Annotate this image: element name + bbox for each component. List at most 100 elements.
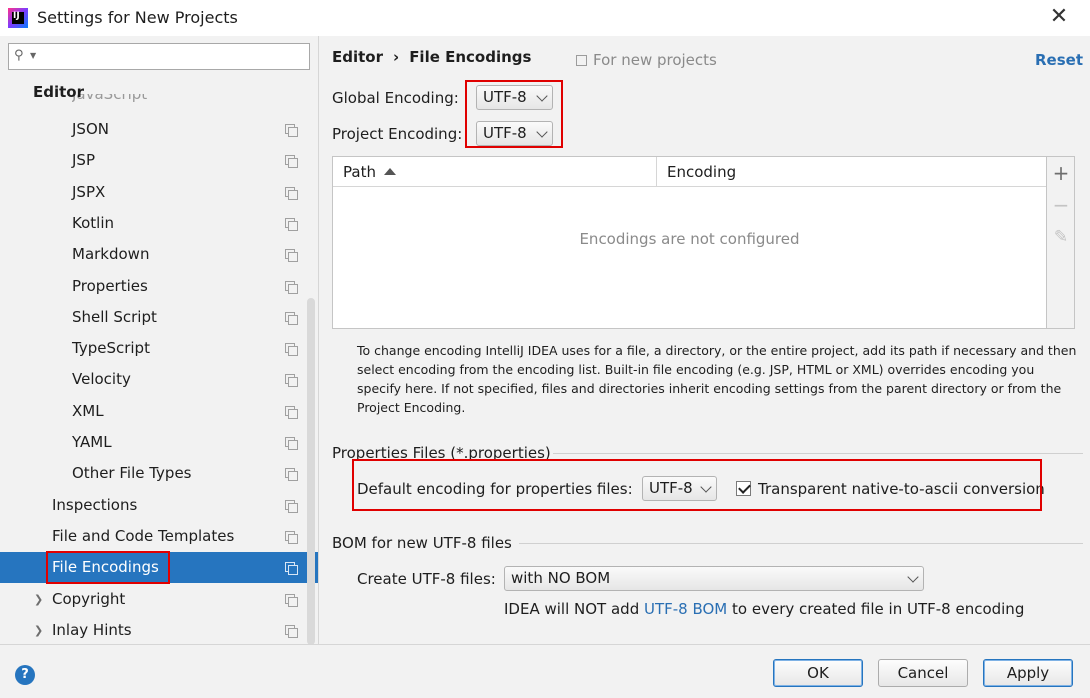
group-divider	[519, 543, 1083, 544]
apply-button[interactable]: Apply	[983, 659, 1073, 687]
create-utf8-value: with NO BOM	[511, 569, 611, 587]
remove-icon[interactable]: −	[1051, 195, 1071, 215]
bom-note-prefix: IDEA will NOT add	[504, 600, 644, 618]
sidebar-item-label: Inlay Hints	[52, 621, 132, 639]
close-icon[interactable]: ✕	[1047, 6, 1071, 30]
project-encoding-dropdown[interactable]: UTF-8	[476, 121, 553, 146]
sidebar-item-typescript[interactable]: TypeScript	[0, 333, 318, 364]
utf8-bom-link[interactable]: UTF-8 BOM	[644, 600, 727, 618]
sidebar-item-label: File and Code Templates	[52, 527, 235, 545]
sidebar-item-properties[interactable]: Properties	[0, 271, 318, 302]
sidebar-item-xml[interactable]: XML	[0, 396, 318, 427]
ok-button[interactable]: OK	[773, 659, 863, 687]
sidebar-item-velocity[interactable]: Velocity	[0, 364, 318, 395]
sidebar-item-label: Kotlin	[72, 214, 114, 232]
copy-icon	[285, 281, 298, 294]
path-column-label: Path	[343, 163, 376, 181]
edit-icon[interactable]: ✎	[1051, 227, 1071, 247]
sidebar-item-yaml[interactable]: YAML	[0, 427, 318, 458]
sidebar-item-file-encodings[interactable]: File Encodings	[0, 552, 318, 583]
add-icon[interactable]: +	[1051, 163, 1071, 183]
window-title: Settings for New Projects	[37, 8, 238, 27]
sidebar-item-markdown[interactable]: Markdown	[0, 239, 318, 270]
global-encoding-label: Global Encoding:	[332, 89, 459, 107]
chevron-right-icon[interactable]: ❯	[34, 624, 43, 637]
sidebar-item-label: File Encodings	[52, 558, 159, 576]
sidebar-item-label: Velocity	[72, 370, 131, 388]
sort-ascending-icon	[383, 168, 396, 175]
sidebar-item-label: Markdown	[72, 245, 150, 263]
sidebar-item-label: Shell Script	[72, 308, 157, 326]
sidebar-item-kotlin[interactable]: Kotlin	[0, 208, 318, 239]
dialog-footer: ? OK Cancel Apply	[0, 644, 1090, 698]
copy-icon	[576, 55, 587, 66]
sidebar-item-label: Other File Types	[72, 464, 192, 482]
empty-table-message: Encodings are not configured	[579, 230, 800, 248]
bom-note-suffix: to every created file in UTF-8 encoding	[727, 600, 1025, 618]
copy-icon	[285, 406, 298, 419]
breadcrumb-file-encodings: File Encodings	[409, 48, 532, 66]
copy-icon	[285, 124, 298, 137]
properties-encoding-value: UTF-8	[649, 479, 693, 497]
copy-icon	[285, 594, 298, 607]
cancel-button[interactable]: Cancel	[878, 659, 968, 687]
help-icon[interactable]: ?	[15, 665, 35, 685]
for-new-projects-hint: For new projects	[576, 51, 717, 69]
breadcrumb-editor[interactable]: Editor	[332, 48, 383, 66]
project-encoding-value: UTF-8	[483, 124, 527, 142]
search-history-chevron-icon[interactable]: ▼	[30, 51, 36, 60]
encoding-column-header[interactable]: Encoding	[657, 157, 1046, 187]
copy-icon	[285, 218, 298, 231]
bom-note: IDEA will NOT add UTF-8 BOM to every cre…	[504, 600, 1024, 618]
sidebar-item-label: XML	[72, 402, 104, 420]
reset-link[interactable]: Reset	[1035, 51, 1083, 69]
for-new-projects-label: For new projects	[593, 51, 717, 69]
breadcrumb: Editor › File Encodings	[332, 48, 531, 66]
path-column-header[interactable]: Path	[333, 157, 657, 187]
sidebar-item-jsp[interactable]: JSP	[0, 145, 318, 176]
sidebar-item-label: JSPX	[72, 183, 106, 201]
sidebar-item-copyright[interactable]: ❯ Copyright	[0, 584, 318, 615]
search-icon: ⚲	[14, 48, 24, 63]
copy-icon	[285, 500, 298, 513]
bom-group-title: BOM for new UTF-8 files	[332, 534, 512, 552]
copy-icon	[285, 625, 298, 638]
sidebar-item-json[interactable]: JSON	[0, 114, 318, 145]
create-utf8-label: Create UTF-8 files:	[357, 570, 496, 588]
sidebar-item-inlay-hints[interactable]: ❯ Inlay Hints	[0, 615, 318, 644]
settings-search-field[interactable]: ⚲ ▼	[8, 43, 310, 70]
encoding-help-text: To change encoding IntelliJ IDEA uses fo…	[357, 343, 1077, 415]
sidebar-section-editor[interactable]: Editor	[33, 83, 84, 101]
sidebar-item-other-file-types[interactable]: Other File Types	[0, 458, 318, 489]
project-encoding-label: Project Encoding:	[332, 125, 463, 143]
sidebar-item-javascript[interactable]: JavaScript	[72, 94, 152, 104]
chevron-down-icon	[536, 90, 548, 102]
path-encoding-table[interactable]: Path Encoding Encodings are not configur…	[332, 156, 1047, 329]
sidebar-scrollbar[interactable]	[307, 298, 315, 644]
sidebar-item-file-and-code-templates[interactable]: File and Code Templates	[0, 521, 318, 552]
sidebar-item-label: Properties	[72, 277, 148, 295]
sidebar-item-jspx[interactable]: JSPX	[0, 177, 318, 208]
copy-icon	[285, 312, 298, 325]
sidebar-item-shell-script[interactable]: Shell Script	[0, 302, 318, 333]
encoding-column-label: Encoding	[667, 163, 737, 181]
sidebar-item-label: TypeScript	[72, 339, 150, 357]
sidebar-item-label: JSON	[72, 120, 109, 138]
native-to-ascii-label[interactable]: Transparent native-to-ascii conversion	[758, 480, 1045, 498]
sidebar-item-inspections[interactable]: Inspections	[0, 490, 318, 521]
copy-icon	[285, 343, 298, 356]
chevron-down-icon	[907, 571, 919, 583]
sidebar-item-label: YAML	[72, 433, 112, 451]
copy-icon	[285, 155, 298, 168]
native-to-ascii-checkbox[interactable]	[736, 481, 751, 496]
chevron-down-icon	[700, 481, 712, 493]
copy-icon	[285, 374, 298, 387]
chevron-right-icon[interactable]: ❯	[34, 593, 43, 606]
properties-encoding-dropdown[interactable]: UTF-8	[642, 476, 717, 501]
global-encoding-dropdown[interactable]: UTF-8	[476, 85, 553, 110]
title-bar: IJ Settings for New Projects ✕	[0, 0, 1090, 36]
create-utf8-dropdown[interactable]: with NO BOM	[504, 566, 924, 591]
search-input[interactable]	[43, 47, 303, 66]
properties-files-group-title: Properties Files (*.properties)	[332, 444, 551, 462]
chevron-down-icon	[536, 126, 548, 138]
